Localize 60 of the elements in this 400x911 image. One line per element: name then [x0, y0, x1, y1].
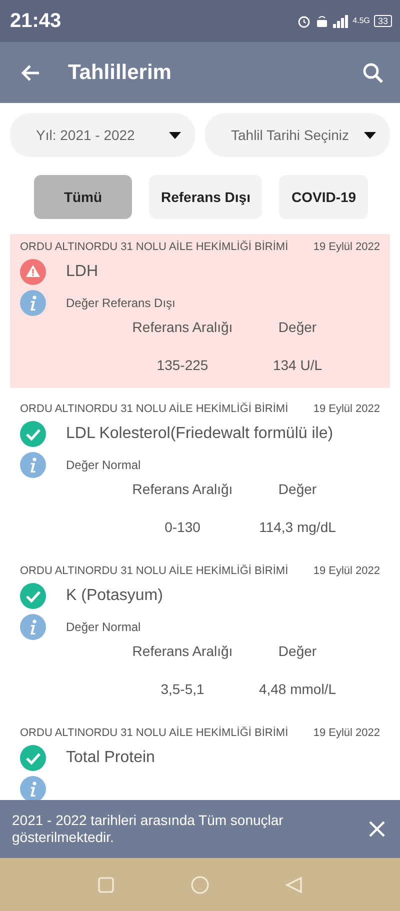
- page-title: Tahlillerim: [68, 60, 172, 84]
- column-label: Değer: [277, 318, 318, 336]
- filter-tab[interactable]: Referans Dışı: [149, 175, 262, 219]
- reference-range: 135-225: [156, 356, 210, 374]
- close-icon[interactable]: [368, 820, 386, 838]
- column-label: Değer: [277, 480, 318, 498]
- back-icon[interactable]: [284, 876, 303, 894]
- column-label: Referans Aralığı: [131, 480, 234, 498]
- result-value: 4,48 mmol/L: [258, 680, 338, 698]
- back-arrow-icon[interactable]: [20, 64, 40, 82]
- battery-level: 33: [374, 15, 392, 27]
- warning-icon: [20, 259, 46, 285]
- institution-name: ORDU ALTINORDU 31 NOLU AİLE HEKİMLİĞİ BİRİMİ: [20, 726, 288, 740]
- info-icon[interactable]: [20, 290, 46, 316]
- result-card[interactable]: ORDU ALTINORDU 31 NOLU AİLE HEKİMLİĞİ BİRİMİ 19 Eylül 2022 LDH Değer Referans Dışı Referans Aralığı Değer 135-225 134 U/L: [10, 234, 390, 388]
- column-label: Referans Aralığı: [131, 642, 234, 660]
- home-icon[interactable]: [190, 874, 210, 894]
- search-icon[interactable]: [362, 62, 384, 84]
- filter-dropdown[interactable]: Tahlil Tarihi Seçiniz: [205, 113, 390, 157]
- recent-apps-icon[interactable]: [97, 876, 116, 894]
- check-icon: [20, 583, 46, 609]
- institution-name: ORDU ALTINORDU 31 NOLU AİLE HEKİMLİĞİ BİRİMİ: [20, 240, 288, 254]
- reference-range: 3,5-5,1: [160, 680, 206, 698]
- filter-dropdown[interactable]: Yıl: 2021 - 2022: [10, 113, 195, 157]
- result-date: 19 Eylül 2022: [313, 240, 380, 254]
- result-date: 19 Eylül 2022: [313, 564, 380, 578]
- result-card[interactable]: ORDU ALTINORDU 31 NOLU AİLE HEKİMLİĞİ BİRİMİ 19 Eylül 2022 LDL Kolesterol(Friedewalt formülü ile) Değer Normal Referans Aralığı Değer 0-130 114,3 mg/dL: [10, 396, 390, 550]
- test-name: LDH: [66, 263, 98, 281]
- volte-icon: [314, 14, 329, 28]
- institution-name: ORDU ALTINORDU 31 NOLU AİLE HEKİMLİĞİ BİRİMİ: [20, 402, 288, 416]
- clock-time: 21:43: [10, 10, 62, 32]
- status-text: Değer Normal: [66, 620, 141, 634]
- snackbar-message: 2021 - 2022 tarihleri arasında Tüm sonuçlar gösterilmektedir.: [12, 812, 284, 846]
- info-icon[interactable]: [20, 614, 46, 640]
- test-name: Total Protein: [66, 749, 155, 767]
- column-label: Değer: [277, 642, 318, 660]
- check-icon: [20, 745, 46, 771]
- filter-tab[interactable]: Tümü: [34, 175, 132, 219]
- alarm-icon: [296, 14, 311, 28]
- status-text: Değer Normal: [66, 458, 141, 472]
- reference-range: 0-130: [164, 518, 202, 536]
- check-icon: [20, 421, 46, 447]
- dropdown-caret-icon: [169, 132, 181, 138]
- result-value: 114,3 mg/dL: [258, 518, 337, 536]
- result-value: 134 U/L: [272, 356, 324, 374]
- test-name: K (Potasyum): [66, 587, 163, 605]
- result-card[interactable]: ORDU ALTINORDU 31 NOLU AİLE HEKİMLİĞİ BİRİMİ 19 Eylül 2022 Total Protein: [10, 720, 390, 800]
- result-date: 19 Eylül 2022: [313, 402, 380, 416]
- institution-name: ORDU ALTINORDU 31 NOLU AİLE HEKİMLİĞİ BİRİMİ: [20, 564, 288, 578]
- test-name: LDL Kolesterol(Friedewalt formülü ile): [66, 425, 334, 443]
- status-text: Değer Referans Dışı: [66, 296, 176, 310]
- dropdown-caret-icon: [364, 132, 376, 138]
- result-card[interactable]: ORDU ALTINORDU 31 NOLU AİLE HEKİMLİĞİ BİRİMİ 19 Eylül 2022 K (Potasyum) Değer Normal Referans Aralığı Değer 3,5-5,1 4,48 mmol/L: [10, 558, 390, 712]
- filter-tab[interactable]: COVID-19: [279, 175, 368, 219]
- result-date: 19 Eylül 2022: [313, 726, 380, 740]
- signal-icon: [332, 14, 349, 28]
- info-icon[interactable]: [20, 452, 46, 478]
- info-icon[interactable]: [20, 776, 46, 800]
- column-label: Referans Aralığı: [131, 318, 234, 336]
- network-type: 4.5G: [352, 17, 370, 25]
